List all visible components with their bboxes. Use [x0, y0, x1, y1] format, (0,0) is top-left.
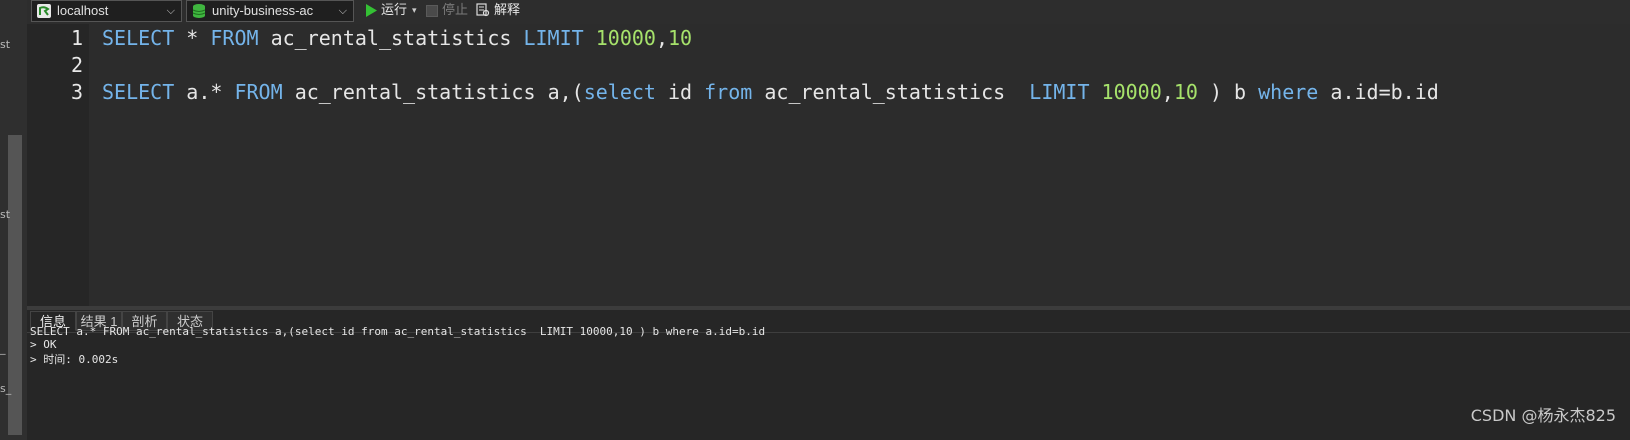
sql-token: a	[186, 80, 199, 104]
sql-keyword: FROM	[234, 80, 283, 104]
sql-token: b	[1390, 80, 1403, 104]
database-name: unity-business-ac	[212, 3, 314, 18]
sql-keyword: LIMIT	[523, 26, 584, 50]
database-select[interactable]: unity-business-ac ⌵	[186, 0, 354, 22]
sql-token: id	[1414, 80, 1439, 104]
database-icon	[192, 4, 206, 18]
sql-token: ,	[655, 26, 668, 50]
run-dropdown-icon[interactable]: ▾	[412, 0, 417, 20]
message-line: SELECT a.* FROM ac_rental_statistics a,(…	[30, 325, 766, 338]
sql-keyword: from	[704, 80, 753, 104]
run-label: 运行	[381, 2, 408, 17]
sql-token: ac_rental_statistics	[270, 26, 512, 50]
sql-keyword: select	[583, 80, 656, 104]
chevron-down-icon: ⌵	[166, 5, 175, 17]
sql-keyword: FROM	[210, 26, 259, 50]
left-panel-fragment: st	[0, 208, 11, 221]
sql-token: id	[1354, 80, 1379, 104]
message-line: > OK	[30, 338, 57, 351]
connection-icon	[37, 4, 51, 18]
run-button[interactable]: 运行 ▾	[363, 0, 427, 22]
sql-keyword: SELECT	[102, 80, 175, 104]
connection-select[interactable]: localhost ⌵	[31, 0, 182, 22]
watermark: CSDN @杨永杰825	[1470, 406, 1616, 425]
sql-number: 10	[668, 26, 693, 50]
sql-token: id	[668, 80, 693, 104]
sql-token: .	[1342, 80, 1355, 104]
explain-icon	[476, 3, 490, 17]
result-panel: 信息 结果 1 剖析 状态 SELECT a.* FROM ac_rental_…	[27, 310, 1630, 440]
stop-button[interactable]: 停止	[426, 0, 471, 22]
code-line[interactable]: SELECT * FROM ac_rental_statistics LIMIT…	[102, 26, 692, 50]
explain-button[interactable]: 解释	[476, 0, 526, 22]
left-panel-fragment: st	[0, 38, 11, 51]
sql-keyword: where	[1258, 80, 1319, 104]
code-area[interactable]	[89, 24, 1630, 306]
line-number-gutter: 1 2 3	[27, 24, 89, 306]
sql-token: ,	[1161, 80, 1174, 104]
sql-token: .	[1402, 80, 1415, 104]
sql-keyword: SELECT	[102, 26, 175, 50]
message-line: > 时间: 0.002s	[30, 353, 119, 366]
sql-token: ,(	[559, 80, 584, 104]
sql-token: a	[547, 80, 560, 104]
stop-label: 停止	[442, 2, 469, 17]
sql-number: 10000	[1101, 80, 1162, 104]
sql-editor[interactable]: 1 2 3 SELECT * FROM ac_rental_statistics…	[27, 24, 1630, 306]
sql-keyword: LIMIT	[1029, 80, 1090, 104]
left-panel-fragment: s_	[0, 382, 12, 395]
explain-label: 解释	[494, 2, 521, 17]
sql-token: =	[1378, 80, 1391, 104]
sql-number: 10	[1173, 80, 1198, 104]
sql-token: ac_rental_statistics	[294, 80, 536, 104]
sql-token: a	[1330, 80, 1343, 104]
left-side-panel: st st _ s_	[0, 0, 28, 440]
stop-icon	[426, 5, 438, 17]
line-number: 1	[70, 26, 83, 50]
chevron-down-icon: ⌵	[338, 5, 347, 17]
sql-token: )	[1197, 80, 1235, 104]
sql-token: ac_rental_statistics	[764, 80, 1006, 104]
code-line[interactable]: SELECT a.* FROM ac_rental_statistics a,(…	[102, 80, 1439, 104]
line-number: 3	[70, 80, 83, 104]
line-number: 2	[70, 53, 83, 77]
sql-token: .*	[198, 80, 235, 104]
sql-token: b	[1234, 80, 1247, 104]
left-panel-fragment: _	[0, 342, 6, 355]
sql-number: 10000	[595, 26, 656, 50]
query-toolbar: localhost ⌵ unity-business-ac ⌵ 运行 ▾ 停止 …	[27, 0, 1630, 24]
sql-token: *	[174, 26, 211, 50]
play-icon	[366, 4, 377, 17]
connection-name: localhost	[57, 3, 109, 18]
